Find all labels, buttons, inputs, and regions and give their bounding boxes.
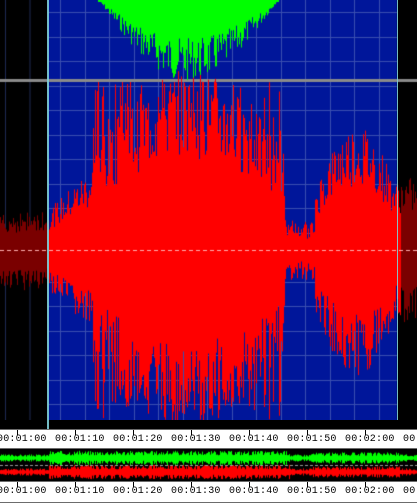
ruler-label: 00:02:00 [345,486,395,497]
ruler-label: 00:01:50 [287,434,337,445]
time-ruler[interactable]: 00:01:00 00:01:10 00:01:20 00:01:30 00:01:40… [0,429,417,449]
ruler-label: 00:02:10 [403,486,417,497]
ruler-label: 00:02:10 [403,434,417,445]
selection-end-handle[interactable] [397,0,398,420]
ruler-label: 00:01:20 [113,486,163,497]
waveform-view[interactable] [0,0,417,420]
ruler-label: 00:01:00 [0,486,47,497]
ruler-label: 00:01:40 [229,434,279,445]
ruler-label: 00:01:10 [55,434,105,445]
selection-start-handle[interactable] [47,0,49,503]
ruler-label: 00:01:10 [55,486,105,497]
ruler-label: 00:01:00 [0,434,47,445]
ruler-label: 00:01:30 [171,434,221,445]
overview-waveform[interactable] [0,449,417,481]
overview-time-ruler[interactable]: 00:01:00 00:01:10 00:01:20 00:01:30 00:01:40… [0,481,417,503]
ruler-label: 00:01:40 [229,486,279,497]
ruler-label: 00:01:20 [113,434,163,445]
waveform-editor: 00:01:00 00:01:10 00:01:20 00:01:30 00:01:40… [0,0,417,503]
ruler-label: 00:02:00 [345,434,395,445]
ruler-label: 00:01:50 [287,486,337,497]
ruler-label: 00:01:30 [171,486,221,497]
